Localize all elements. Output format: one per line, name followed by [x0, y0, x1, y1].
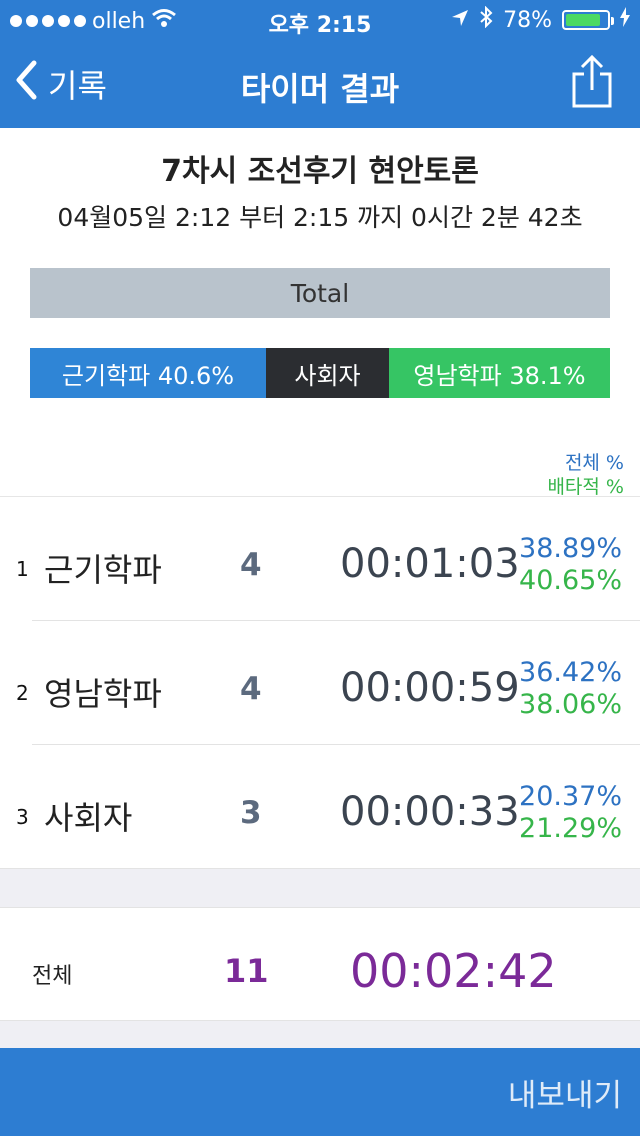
battery-icon [562, 10, 614, 30]
segment-geungi: 근기학파 40.6% [30, 348, 266, 398]
percent-exclusive: 40.65% [519, 565, 622, 596]
list-item[interactable]: 1 근기학파 4 00:01:03 38.89% 40.65% [0, 497, 640, 621]
speaker-name: 사회자 [44, 799, 133, 837]
session-range: 04월05일 2:12 부터 2:15 까지 0시간 2분 42초 [57, 203, 583, 232]
navigation-bar: 기록 타이머 결과 [0, 40, 640, 128]
location-arrow-icon [451, 8, 469, 33]
percent-all: 36.42% [519, 657, 622, 688]
export-button[interactable]: 내보내기 [508, 1070, 622, 1115]
session-title: 7차시 조선후기 현안토론 [161, 154, 479, 189]
list-item[interactable]: 2 영남학파 4 00:00:59 36.42% 38.06% [0, 621, 640, 745]
speaker-name: 영남학파 [44, 675, 162, 713]
percent-all: 38.89% [519, 533, 622, 564]
speaking-time: 00:00:59 [340, 665, 520, 711]
summary-time: 00:02:42 [350, 944, 557, 998]
summary-count: 11 [224, 952, 269, 990]
share-icon [572, 54, 612, 108]
top-bar: olleh 오후 2:15 78% 기록 타이머 결과 [0, 0, 640, 128]
segment-yeongnam: 영남학파 38.1% [389, 348, 610, 398]
share-segment-bar: 근기학파 40.6% 사회자 영남학파 38.1% [30, 348, 610, 398]
total-bar: Total [30, 268, 610, 318]
page-title: 타이머 결과 [240, 70, 400, 108]
charging-icon [620, 7, 630, 33]
speaking-time: 00:01:03 [340, 541, 520, 587]
speaker-name: 근기학파 [44, 551, 162, 589]
section-spacer [0, 1020, 640, 1048]
bluetooth-icon [479, 5, 493, 34]
segment-moderator: 사회자 [266, 348, 389, 398]
speaker-list: 1 근기학파 4 00:01:03 38.89% 40.65% 2 영남학파 4… [0, 496, 640, 869]
percent-all: 20.37% [519, 781, 622, 812]
percent-exclusive: 38.06% [519, 689, 622, 720]
summary-row: 전체 11 00:02:42 [0, 908, 640, 1020]
bottom-toolbar: 내보내기 [0, 1048, 640, 1136]
turn-count: 4 [240, 547, 262, 583]
status-right: 78% [451, 5, 630, 34]
share-button[interactable] [570, 54, 614, 114]
percent-exclusive: 21.29% [519, 813, 622, 844]
status-bar: olleh 오후 2:15 78% [0, 0, 640, 40]
section-spacer [0, 868, 640, 908]
legend-exclusive-percent: 배타적 % [547, 476, 624, 498]
speaking-time: 00:00:33 [340, 789, 520, 835]
list-item[interactable]: 3 사회자 3 00:00:33 20.37% 21.29% [0, 745, 640, 869]
summary-label: 전체 [32, 964, 73, 989]
turn-count: 4 [240, 671, 262, 707]
battery-percent: 78% [503, 7, 552, 33]
rank-number: 1 [16, 557, 29, 581]
rank-number: 2 [16, 681, 29, 705]
rank-number: 3 [16, 805, 29, 829]
turn-count: 3 [240, 795, 262, 831]
legend-all-percent: 전체 % [564, 452, 624, 474]
